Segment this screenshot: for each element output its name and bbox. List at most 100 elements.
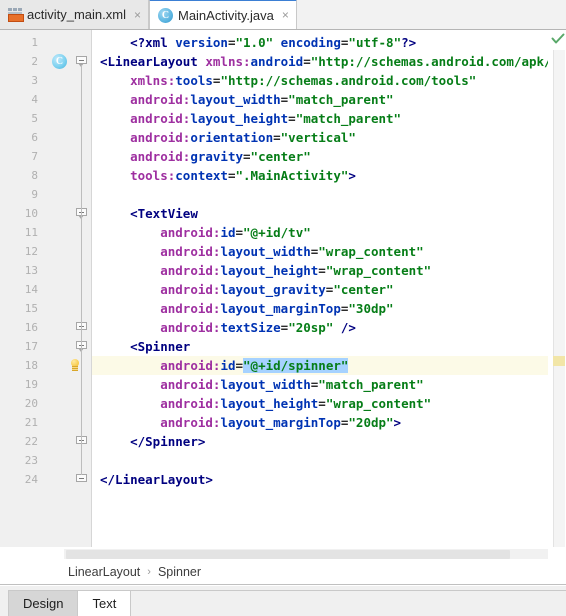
code-token: /> (333, 320, 356, 335)
code-token: = (318, 263, 326, 278)
line-number: 11 (24, 226, 38, 239)
code-token: = (243, 149, 251, 164)
line-number: 1 (31, 36, 38, 49)
code-line[interactable] (92, 451, 548, 470)
code-token: android: (160, 225, 221, 240)
code-line-current[interactable]: android:id="@+id/spinner" (92, 356, 548, 375)
code-line[interactable]: </Spinner> (92, 432, 548, 451)
code-line[interactable] (92, 185, 548, 204)
line-number: 9 (31, 188, 38, 201)
line-number: 3 (31, 74, 38, 87)
code-text-area[interactable]: <?xml version="1.0" encoding="utf-8"?> <L… (92, 30, 548, 547)
editor-mode-tab-bar: Design Text (0, 585, 566, 616)
code-token: "http://schemas.android.com/tools" (220, 73, 477, 88)
code-token: android: (160, 244, 221, 259)
close-icon[interactable]: × (134, 9, 141, 21)
code-line[interactable]: android:layout_width="match_parent" (92, 90, 548, 109)
code-line[interactable]: android:layout_width="match_parent" (92, 375, 548, 394)
code-line[interactable]: xmlns:tools="http://schemas.android.com/… (92, 71, 548, 90)
code-token: android (250, 54, 304, 69)
code-token: = (227, 35, 236, 50)
code-token: android: (160, 301, 221, 316)
code-line[interactable]: </LinearLayout> (92, 470, 548, 489)
android-studio-xml-editor: activity_main.xml × C MainActivity.java … (0, 0, 566, 616)
code-token: "30dp" (348, 301, 394, 316)
line-number: 14 (24, 283, 38, 296)
fold-collapse-icon[interactable] (76, 474, 87, 485)
code-line[interactable]: <TextView (92, 204, 548, 223)
code-token: "center" (250, 149, 311, 164)
gutter-row (46, 242, 91, 261)
code-line[interactable]: android:orientation="vertical" (92, 128, 548, 147)
scrollbar-track[interactable] (553, 50, 565, 547)
code-token: id (220, 358, 236, 373)
code-token: layout_marginTop (220, 301, 341, 316)
checkmark-icon[interactable] (551, 33, 565, 45)
code-token: "wrap_content" (325, 263, 432, 278)
editor-tab-label: MainActivity.java (177, 7, 274, 23)
code-line[interactable]: android:layout_height="wrap_content" (92, 394, 548, 413)
code-line[interactable]: <LinearLayout xmlns:android="http://sche… (92, 52, 548, 71)
code-token: android: (160, 396, 221, 411)
code-line[interactable]: android:textSize="20sp" /> (92, 318, 548, 337)
code-line[interactable]: tools:context=".MainActivity"> (92, 166, 548, 185)
chevron-right-icon: › (147, 566, 151, 578)
line-number: 24 (24, 473, 38, 486)
tab-text[interactable]: Text (78, 590, 132, 616)
line-number: 19 (24, 378, 38, 391)
code-line[interactable]: android:layout_marginTop="30dp" (92, 299, 548, 318)
horizontal-scrollbar-thumb[interactable] (66, 550, 510, 559)
line-number: 17 (24, 340, 38, 353)
code-line[interactable]: android:id="@+id/tv" (92, 223, 548, 242)
editor-tab-activity-main-xml[interactable]: activity_main.xml × (0, 0, 149, 29)
line-number-gutter: 1 2 3 4 5 6 7 8 9 10 11 12 13 14 15 16 17 18 19 20 21 22 23 24 (0, 30, 46, 547)
code-line[interactable]: <?xml version="1.0" encoding="utf-8"?> (92, 33, 548, 52)
scrollbar-warning-marker[interactable] (553, 356, 565, 366)
code-token: android: (130, 149, 191, 164)
annotation-gutter[interactable]: C (46, 30, 92, 547)
line-number: 2 (31, 55, 38, 68)
code-token: xmlns: (205, 54, 251, 69)
code-line[interactable]: android:layout_width="wrap_content" (92, 242, 548, 261)
code-line[interactable]: <Spinner (92, 337, 548, 356)
marker-scrollbar[interactable] (548, 30, 566, 547)
code-token: android: (130, 111, 191, 126)
code-token: = (235, 225, 244, 240)
code-line[interactable]: android:layout_gravity="center" (92, 280, 548, 299)
gutter-row (46, 356, 91, 375)
gutter-row (46, 299, 91, 318)
code-token: version (175, 35, 228, 50)
gutter-row (46, 223, 91, 242)
code-line[interactable]: android:layout_marginTop="20dp"> (92, 413, 548, 432)
tab-design[interactable]: Design (8, 590, 79, 616)
code-line[interactable]: android:layout_height="match_parent" (92, 109, 548, 128)
line-number: 5 (31, 112, 38, 125)
intention-bulb-icon[interactable] (68, 358, 82, 373)
code-line[interactable]: android:layout_height="wrap_content" (92, 261, 548, 280)
breadcrumb-item-spinner[interactable]: Spinner (158, 565, 201, 579)
selected-text: "@+id/spinner" (243, 358, 349, 373)
code-token: "match_parent" (318, 377, 424, 392)
gutter-row (46, 71, 91, 90)
gutter-row (46, 337, 91, 356)
class-marker-icon[interactable]: C (52, 54, 67, 69)
code-token: layout_gravity (220, 282, 326, 297)
code-token: "vertical" (280, 130, 356, 145)
code-token: context (175, 168, 228, 183)
gutter-row (46, 261, 91, 280)
code-token: android: (160, 282, 221, 297)
gutter-row (46, 413, 91, 432)
line-number: 21 (24, 416, 38, 429)
horizontal-scrollbar[interactable] (0, 547, 566, 560)
close-icon[interactable]: × (282, 9, 289, 21)
editor-tab-mainactivity-java[interactable]: C MainActivity.java × (148, 0, 297, 29)
breadcrumb-item-linearlayout[interactable]: LinearLayout (68, 565, 140, 579)
code-line[interactable]: android:gravity="center" (92, 147, 548, 166)
